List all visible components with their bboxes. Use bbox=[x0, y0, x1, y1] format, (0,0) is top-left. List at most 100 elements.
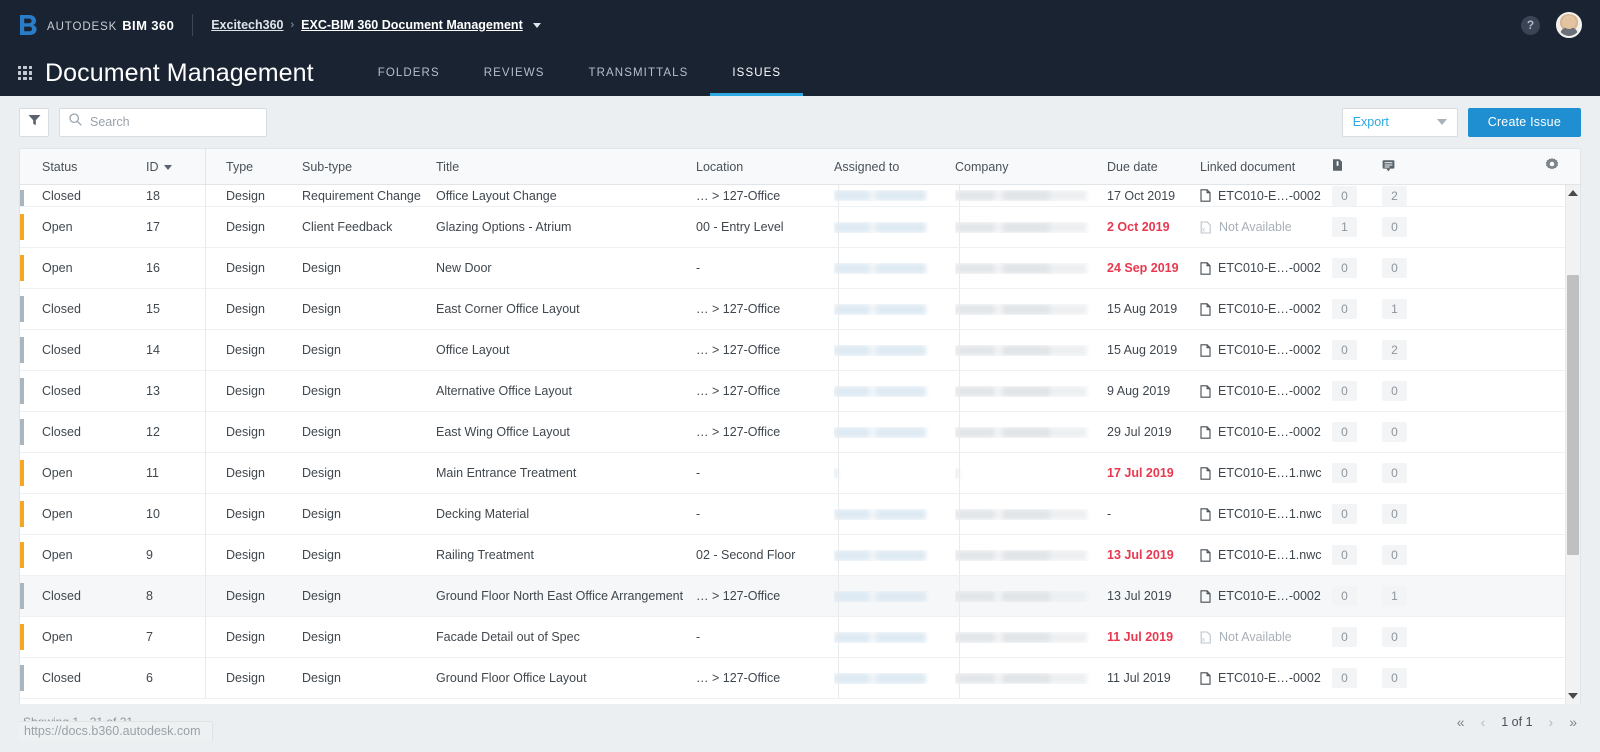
svg-text:x: x bbox=[1202, 227, 1205, 233]
module-tabs: FOLDERS REVIEWS TRANSMITTALS ISSUES bbox=[356, 50, 803, 96]
scrollbar-thumb[interactable] bbox=[1567, 275, 1579, 555]
cell-linked-document[interactable]: ETC010-E…1.nwc bbox=[1200, 548, 1332, 562]
cell-linked-document[interactable]: ETC010-E…1.nwc bbox=[1200, 507, 1332, 521]
cell-title[interactable]: Facade Detail out of Spec bbox=[436, 630, 696, 644]
row-divider bbox=[205, 658, 206, 698]
table-row[interactable]: Open 7 Design Design Facade Detail out of Sp… bbox=[20, 617, 1580, 658]
cell-linked-document[interactable]: ETC010-E…-0002 bbox=[1200, 589, 1332, 603]
cell-id: 13 bbox=[146, 384, 160, 398]
cell-linked-document[interactable]: ETC010-E…-0002 bbox=[1200, 189, 1332, 203]
cell-title[interactable]: East Corner Office Layout bbox=[436, 302, 696, 316]
create-issue-button[interactable]: Create Issue bbox=[1467, 107, 1581, 137]
tab-issues[interactable]: ISSUES bbox=[710, 50, 803, 96]
row-divider bbox=[205, 330, 206, 370]
cell-status: Closed bbox=[42, 188, 81, 203]
cell-due-date: 11 Jul 2019 bbox=[1107, 671, 1171, 685]
cell-type: Design bbox=[226, 548, 265, 562]
previous-page-button[interactable]: ‹ bbox=[1481, 714, 1486, 730]
cell-linked-document[interactable]: ETC010-E…-0002 bbox=[1200, 425, 1332, 439]
table-row[interactable]: Open 16 Design Design New Door - 24 Sep 2019 ET… bbox=[20, 248, 1580, 289]
column-header-id[interactable]: ID bbox=[146, 160, 204, 174]
cell-linked-document[interactable]: ETC010-E…-0002 bbox=[1200, 343, 1332, 357]
linked-document-name: ETC010-E…1.nwc bbox=[1218, 548, 1322, 562]
cell-title[interactable]: East Wing Office Layout bbox=[436, 425, 696, 439]
cell-attachment-count: 0 bbox=[1332, 463, 1382, 483]
chevron-down-icon[interactable] bbox=[532, 23, 541, 28]
cell-due-date: 17 Jul 2019 bbox=[1107, 466, 1174, 480]
cell-title[interactable]: Alternative Office Layout bbox=[436, 384, 696, 398]
vertical-scrollbar[interactable] bbox=[1565, 185, 1580, 704]
first-page-button[interactable]: « bbox=[1457, 714, 1465, 730]
table-row[interactable]: Closed 14 Design Design Office Layout… > 127… bbox=[20, 330, 1580, 371]
attachment-icon bbox=[1332, 158, 1343, 175]
cell-linked-document[interactable]: x Not Available bbox=[1200, 220, 1332, 234]
cell-linked-document[interactable]: ETC010-E…-0002 bbox=[1200, 384, 1332, 398]
cell-subtype: Design bbox=[302, 548, 341, 562]
table-row[interactable]: Closed 12 Design Design East Wing Office Lay… bbox=[20, 412, 1580, 453]
autodesk-logo[interactable]: AUTODESK BIM 360 bbox=[18, 14, 174, 36]
scroll-up-button[interactable] bbox=[1566, 185, 1580, 201]
cell-comment-count: 0 bbox=[1382, 504, 1532, 524]
cell-comment-count: 0 bbox=[1382, 381, 1532, 401]
cell-linked-document[interactable]: ETC010-E…-0002 bbox=[1200, 302, 1332, 316]
breadcrumb-project-link[interactable]: EXC-BIM 360 Document Management bbox=[301, 18, 523, 32]
export-dropdown[interactable]: Export bbox=[1341, 107, 1458, 137]
cell-title[interactable]: Railing Treatment bbox=[436, 548, 696, 562]
linked-document-name: ETC010-E…-0002 bbox=[1218, 302, 1321, 316]
table-row[interactable]: Open 11 Design Design Main Entrance Treatmen… bbox=[20, 453, 1580, 494]
cell-linked-document[interactable]: ETC010-E…1.nwc bbox=[1200, 466, 1332, 480]
cell-title[interactable]: Office Layout bbox=[436, 343, 696, 357]
cell-subtype: Design bbox=[302, 671, 341, 685]
table-row[interactable]: Closed 18 Design Requirement Change Office L… bbox=[20, 185, 1580, 207]
table-row[interactable]: Closed 6 Design Design Ground Floor Office L… bbox=[20, 658, 1580, 699]
next-page-button[interactable]: › bbox=[1549, 714, 1554, 730]
table-row[interactable]: Open 17 Design Client Feedback Glazing Optio… bbox=[20, 207, 1580, 248]
cell-linked-document[interactable]: ETC010-E…-0002 bbox=[1200, 261, 1332, 275]
column-settings-button[interactable] bbox=[1532, 158, 1580, 175]
cell-location: … > 127-Office bbox=[696, 343, 781, 357]
status-indicator-bar bbox=[20, 542, 24, 568]
search-input[interactable] bbox=[90, 115, 257, 129]
cell-title[interactable]: Decking Material bbox=[436, 507, 696, 521]
cell-assigned-to bbox=[834, 190, 955, 201]
cell-linked-document[interactable]: x Not Available bbox=[1200, 630, 1332, 644]
cell-title[interactable]: Office Layout Change bbox=[436, 189, 696, 203]
tab-transmittals[interactable]: TRANSMITTALS bbox=[567, 50, 711, 96]
cell-title[interactable]: Ground Floor North East Office Arrangeme… bbox=[436, 589, 696, 603]
search-box[interactable] bbox=[59, 107, 267, 137]
cell-subtype: Design bbox=[302, 630, 341, 644]
breadcrumb-hub-link[interactable]: Excitech360 bbox=[211, 18, 283, 32]
tab-reviews[interactable]: REVIEWS bbox=[462, 50, 567, 96]
cell-location: … > 127-Office bbox=[696, 384, 781, 398]
row-divider bbox=[959, 617, 960, 657]
user-avatar[interactable] bbox=[1556, 12, 1582, 38]
cell-company bbox=[955, 672, 1107, 684]
row-divider bbox=[838, 658, 839, 698]
last-page-button[interactable]: » bbox=[1569, 714, 1577, 730]
tab-folders[interactable]: FOLDERS bbox=[356, 50, 462, 96]
cell-title[interactable]: Main Entrance Treatment bbox=[436, 466, 696, 480]
cell-title[interactable]: New Door bbox=[436, 261, 696, 275]
filter-button[interactable] bbox=[19, 107, 49, 137]
cell-location: … > 127-Office bbox=[696, 671, 781, 685]
cell-subtype: Design bbox=[302, 343, 341, 357]
help-icon[interactable]: ? bbox=[1521, 15, 1540, 35]
cell-assigned-to bbox=[834, 549, 955, 561]
table-row[interactable]: Open 9 Design Design Railing Treatment 02 - S… bbox=[20, 535, 1580, 576]
table-row[interactable]: Closed 13 Design Design Alternative Office L… bbox=[20, 371, 1580, 412]
filter-icon bbox=[28, 113, 41, 131]
table-row[interactable]: Closed 8 Design Design Ground Floor North Ea… bbox=[20, 576, 1580, 617]
cell-linked-document[interactable]: ETC010-E…-0002 bbox=[1200, 671, 1332, 685]
cell-id: 18 bbox=[146, 188, 160, 203]
app-switcher-grid-icon[interactable] bbox=[18, 66, 32, 80]
cell-status: Closed bbox=[42, 384, 81, 398]
cell-title[interactable]: Glazing Options - Atrium bbox=[436, 220, 696, 234]
linked-document-name: ETC010-E…1.nwc bbox=[1218, 466, 1322, 480]
scroll-down-button[interactable] bbox=[1566, 688, 1580, 704]
cell-title[interactable]: Ground Floor Office Layout bbox=[436, 671, 696, 685]
row-divider bbox=[838, 576, 839, 616]
row-divider bbox=[838, 494, 839, 534]
table-row[interactable]: Closed 15 Design Design East Corner Office L… bbox=[20, 289, 1580, 330]
autodesk-b-icon bbox=[18, 14, 38, 36]
table-row[interactable]: Open 10 Design Design Decking Material - - ETC0… bbox=[20, 494, 1580, 535]
